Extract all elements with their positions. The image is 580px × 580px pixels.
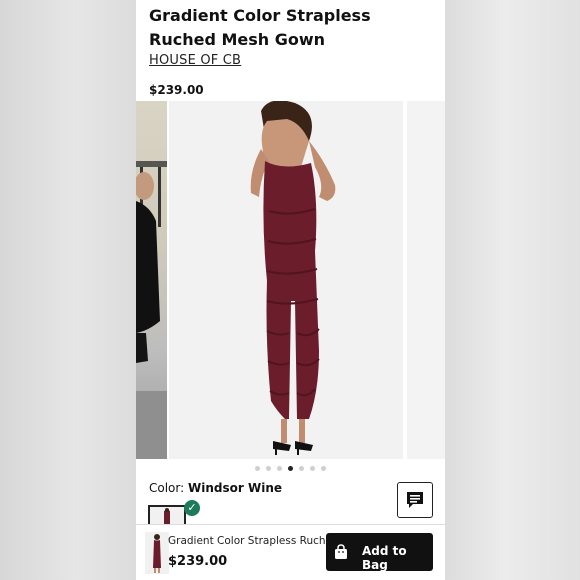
color-label: Color:	[149, 481, 185, 495]
product-page: Gradient Color Strapless Ruched Mesh Gow…	[136, 0, 445, 580]
color-swatch-windsor-wine[interactable]	[148, 505, 186, 525]
previous-slide-photo	[136, 161, 167, 459]
carousel-dot[interactable]	[310, 466, 315, 471]
shopping-bag-icon	[335, 544, 347, 559]
background-left	[0, 0, 136, 580]
carousel-dot[interactable]	[321, 466, 326, 471]
carousel-pagination	[136, 466, 445, 471]
carousel-dot[interactable]	[266, 466, 271, 471]
gown-photo	[169, 101, 403, 459]
product-thumbnail	[145, 532, 169, 574]
product-price: $239.00	[149, 83, 204, 97]
thumbnail-image	[145, 532, 169, 574]
product-title: Gradient Color Strapless Ruched Mesh Gow…	[149, 6, 371, 49]
add-to-bag-button[interactable]: Add to Bag	[326, 533, 433, 572]
add-to-bag-label: Add to Bag	[362, 544, 407, 572]
chat-button[interactable]	[397, 482, 433, 518]
check-icon: ✓	[184, 500, 200, 516]
bar-product-title: Gradient Color Strapless Ruch...	[168, 535, 336, 547]
carousel-dot[interactable]	[288, 466, 293, 471]
carousel-dot[interactable]	[277, 466, 282, 471]
background-right	[444, 0, 580, 580]
carousel-dot[interactable]	[255, 466, 260, 471]
bar-product-price: $239.00	[168, 554, 228, 569]
brand-link[interactable]: HOUSE OF CB	[149, 53, 241, 68]
carousel-image-previous[interactable]	[136, 101, 167, 459]
carousel-dot[interactable]	[299, 466, 304, 471]
color-selector-label: Color: Windsor Wine	[149, 481, 282, 495]
swatch-image	[150, 507, 184, 525]
carousel-image-main[interactable]	[169, 101, 403, 459]
color-value: Windsor Wine	[188, 481, 282, 495]
chat-icon	[407, 492, 423, 508]
sticky-add-to-bag-bar: Gradient Color Strapless Ruch... $239.00…	[136, 524, 445, 580]
image-carousel[interactable]	[136, 101, 445, 459]
carousel-image-next[interactable]	[407, 101, 445, 459]
